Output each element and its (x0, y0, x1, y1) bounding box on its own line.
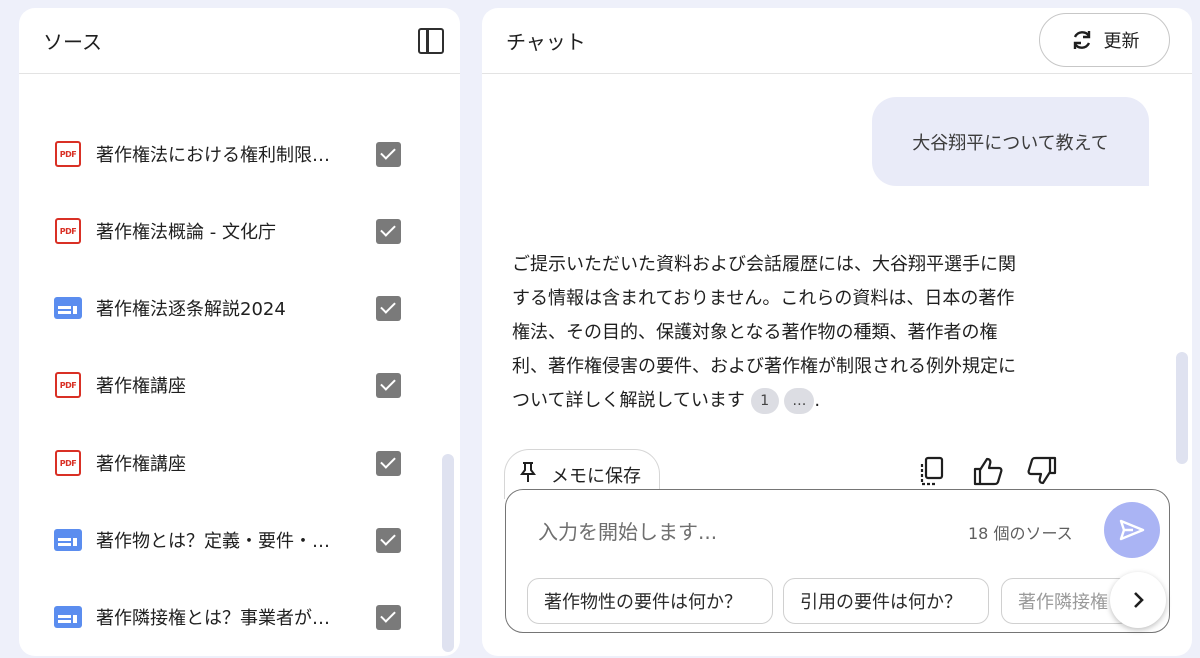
source-count: 18 個のソース (968, 524, 1073, 543)
source-item[interactable]: 著作物とは？定義・要件・… (19, 520, 460, 560)
save-to-note-label: メモに保存 (551, 465, 641, 487)
suggestion-chip[interactable]: 著作物性の要件は何か？ (527, 578, 773, 624)
assistant-answer: ご提示いただいた資料および会話履歴には、大谷翔平選手に関 する情報は含まれており… (512, 248, 1072, 418)
chat-panel: チャット 更新 大谷翔平について教えて ご提示いただいた資料および会話履歴には、… (482, 8, 1192, 656)
suggestion-chip[interactable]: 引用の要件は何か？ (783, 578, 989, 624)
answer-line-last: ついて詳しく解説しています 1 …. (512, 384, 1072, 418)
source-label: 著作権法概論 - 文化庁 (96, 222, 276, 243)
refresh-label: 更新 (1103, 31, 1140, 52)
chat-input-box: 入力を開始します... 18 個のソース 著作物性の要件は何か？ 引用の要件は何… (505, 489, 1170, 633)
source-item[interactable]: 著作隣接権とは？事業者が… (19, 597, 460, 637)
pdf-icon: PDF (55, 372, 81, 398)
chat-input[interactable]: 入力を開始します... (538, 516, 717, 545)
source-checkbox[interactable] (376, 295, 401, 321)
user-message-bubble: 大谷翔平について教えて (872, 97, 1149, 186)
thumbs-down-icon[interactable] (1026, 456, 1058, 490)
send-button[interactable] (1104, 502, 1160, 558)
citation-more-chip[interactable]: … (784, 388, 815, 414)
source-item[interactable]: PDF 著作権講座 (19, 365, 460, 405)
source-label: 著作権講座 (96, 454, 186, 475)
pdf-icon: PDF (55, 218, 81, 244)
sources-scrollbar[interactable] (442, 454, 454, 652)
source-label: 著作物とは？定義・要件・… (96, 531, 330, 552)
source-item[interactable]: PDF 著作権法における権利制限… (19, 134, 460, 174)
send-icon (1119, 519, 1145, 541)
source-item[interactable]: 著作権法逐条解説2024 (19, 288, 460, 328)
citation-chip[interactable]: 1 (750, 388, 779, 414)
source-checkbox[interactable] (376, 218, 401, 244)
chevron-right-icon (1134, 592, 1144, 608)
answer-line: ついて詳しく解説しています (512, 390, 745, 411)
answer-line: 利、著作権侵害の要件、および著作権が制限される例外規定に (512, 356, 1016, 377)
web-page-icon (54, 297, 82, 319)
refresh-button[interactable]: 更新 (1039, 13, 1170, 67)
source-checkbox[interactable] (376, 450, 401, 476)
answer-line: ご提示いただいた資料および会話履歴には、大谷翔平選手に関 (512, 254, 1016, 275)
chat-title: チャット (506, 30, 586, 54)
web-page-icon (54, 606, 82, 628)
source-item[interactable]: PDF 著作権講座 (19, 443, 460, 483)
sources-panel: ソース PDF 著作権法における権利制限… PDF 著作権法概論 - 文化庁 著… (19, 8, 460, 656)
thumbs-up-icon[interactable] (972, 456, 1004, 490)
source-checkbox[interactable] (376, 527, 401, 553)
source-checkbox[interactable] (376, 372, 401, 398)
pdf-icon: PDF (55, 141, 81, 167)
source-label: 著作隣接権とは？事業者が… (96, 608, 330, 629)
answer-line: する情報は含まれておりません。これらの資料は、日本の著作 (512, 288, 1015, 309)
source-label: 著作権法逐条解説2024 (96, 299, 286, 320)
chat-header: チャット 更新 (482, 8, 1192, 74)
source-label: 著作権講座 (96, 376, 186, 397)
copy-icon[interactable] (918, 456, 946, 490)
answer-line: 権法、その目的、保護対象となる著作物の種類、著作者の権 (512, 322, 998, 343)
next-suggestions-button[interactable] (1110, 572, 1166, 628)
pin-icon (519, 461, 537, 488)
sources-title: ソース (43, 30, 102, 54)
source-label: 著作権法における権利制限… (96, 145, 330, 166)
web-page-icon (54, 529, 82, 551)
collapse-panel-icon[interactable] (418, 28, 444, 54)
sources-header: ソース (19, 8, 460, 74)
chat-scrollbar[interactable] (1176, 352, 1188, 464)
source-item[interactable]: PDF 著作権法概論 - 文化庁 (19, 211, 460, 251)
answer-end: . (814, 390, 821, 411)
source-checkbox[interactable] (376, 141, 401, 167)
pdf-icon: PDF (55, 450, 81, 476)
source-checkbox[interactable] (376, 604, 401, 630)
refresh-icon (1070, 28, 1094, 52)
